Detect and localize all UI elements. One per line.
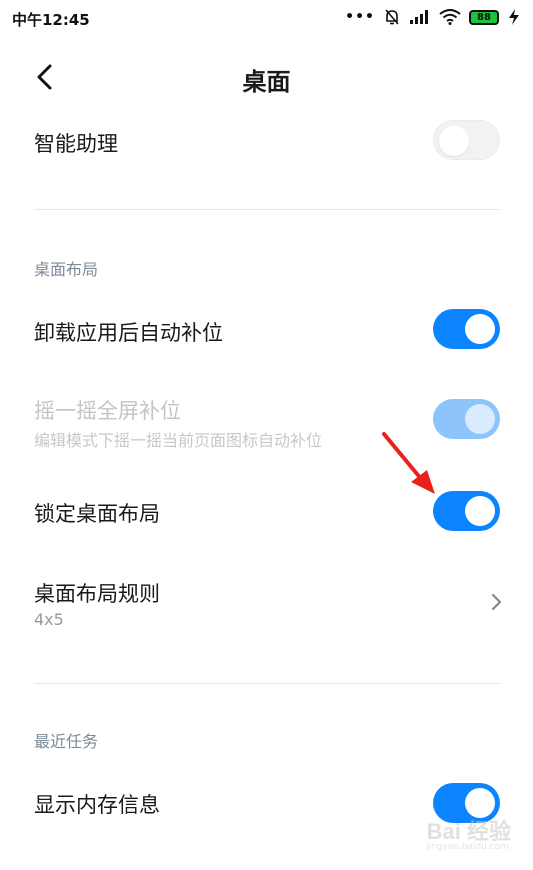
layout-rule-row[interactable]: 桌面布局规则 4x5 xyxy=(0,570,533,640)
toggle-knob xyxy=(439,126,469,156)
charging-bolt-icon xyxy=(509,9,519,25)
divider xyxy=(34,209,500,210)
shake-fill-row: 摇一摇全屏补位 编辑模式下摇一摇当前页面图标自动补位 xyxy=(0,386,533,456)
toggle-knob xyxy=(465,314,495,344)
lock-layout-label: 锁定桌面布局 xyxy=(34,502,160,526)
shake-fill-toggle xyxy=(433,399,500,439)
chevron-right-icon xyxy=(491,593,502,611)
battery-icon: 88 xyxy=(469,9,499,25)
section-header-layout: 桌面布局 xyxy=(34,260,99,279)
shake-fill-description: 编辑模式下摇一摇当前页面图标自动补位 xyxy=(34,431,323,450)
assistant-label: 智能助理 xyxy=(34,132,118,156)
watermark: Bai 经验 jingyan.baidu.com xyxy=(411,814,511,856)
assistant-row[interactable]: 智能助理 xyxy=(0,112,533,172)
assistant-toggle[interactable] xyxy=(433,120,500,160)
lock-layout-row[interactable]: 锁定桌面布局 xyxy=(0,482,533,542)
page-header: 桌面 xyxy=(0,52,533,102)
auto-fill-toggle[interactable] xyxy=(433,309,500,349)
lock-layout-toggle[interactable] xyxy=(433,491,500,531)
shake-fill-label: 摇一摇全屏补位 xyxy=(34,399,181,423)
wifi-icon xyxy=(439,9,461,25)
watermark-url: jingyan.baidu.com xyxy=(425,842,509,852)
status-bar: 中午12:45 ••• 88 xyxy=(0,0,533,36)
toggle-knob xyxy=(465,496,495,526)
divider xyxy=(34,683,500,684)
mute-bell-icon xyxy=(385,9,399,25)
memory-info-label: 显示内存信息 xyxy=(34,793,160,817)
toggle-knob xyxy=(465,404,495,434)
layout-rule-label: 桌面布局规则 xyxy=(34,582,160,606)
signal-icon xyxy=(410,10,428,24)
status-time: 中午12:45 xyxy=(12,11,90,29)
layout-rule-value: 4x5 xyxy=(34,610,64,629)
section-header-recent: 最近任务 xyxy=(34,732,99,751)
page-title: 桌面 xyxy=(242,68,291,96)
auto-fill-label: 卸载应用后自动补位 xyxy=(34,321,223,345)
status-icons: ••• 88 xyxy=(345,8,521,26)
auto-fill-row[interactable]: 卸载应用后自动补位 xyxy=(0,300,533,360)
more-dots-icon: ••• xyxy=(345,9,375,25)
